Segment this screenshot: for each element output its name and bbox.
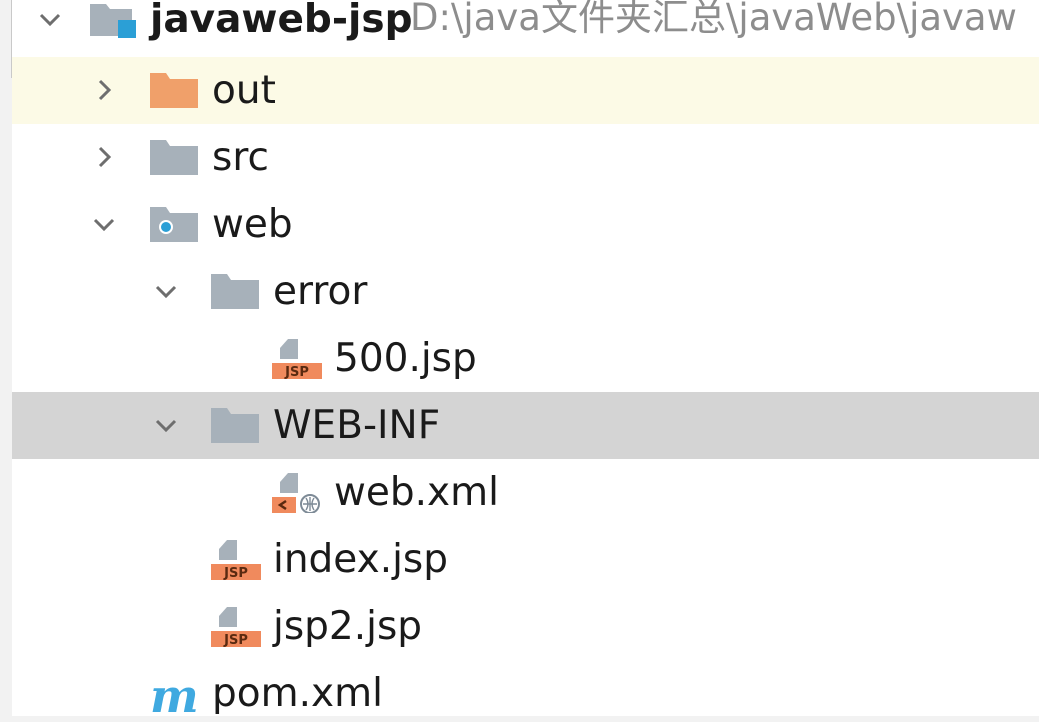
folder-icon: [211, 272, 261, 312]
folder-icon: [150, 138, 200, 178]
tree-item-label: jsp2.jsp: [273, 604, 423, 649]
folder-icon: [211, 406, 261, 446]
web-folder-icon: [150, 205, 200, 245]
tree-row-pom-xml[interactable]: m pom.xml: [12, 660, 1039, 716]
chevron-down-icon[interactable]: [38, 7, 62, 31]
tree-item-label: index.jsp: [273, 537, 449, 582]
chevron-down-icon[interactable]: [154, 413, 178, 437]
tree-row-index-jsp[interactable]: JSP index.jsp: [12, 526, 1039, 593]
svg-text:m: m: [150, 674, 199, 714]
tool-window-left-edge: [0, 0, 12, 716]
tree-item-label: pom.xml: [212, 671, 383, 716]
jsp-file-icon: JSP: [272, 339, 322, 379]
tree-item-label: error: [273, 269, 368, 314]
tree-item-label: out: [212, 68, 276, 113]
tree-item-label: src: [212, 135, 269, 180]
module-folder-icon: [90, 0, 140, 40]
tool-window-bottom-edge: [0, 716, 1039, 722]
tree-row-error[interactable]: error: [12, 258, 1039, 325]
root-project-name: javaweb-jsp: [150, 0, 413, 42]
jsp-file-icon: JSP: [211, 607, 261, 647]
root-project-path: D:\java文件夹汇总\javaWeb\javaw: [410, 0, 1017, 39]
tree-row-out[interactable]: out: [12, 57, 1039, 124]
tree-row-web-inf[interactable]: WEB-INF: [12, 392, 1039, 459]
tree-item-label: web: [212, 202, 293, 247]
tree-row-jsp2-jsp[interactable]: JSP jsp2.jsp: [12, 593, 1039, 660]
tree-row-500-jsp[interactable]: JSP 500.jsp: [12, 325, 1039, 392]
tree-item-label: 500.jsp: [334, 336, 477, 381]
jsp-file-icon: JSP: [211, 540, 261, 580]
chevron-down-icon[interactable]: [92, 212, 116, 236]
excluded-folder-icon: [150, 71, 200, 111]
tree-row-src[interactable]: src: [12, 124, 1039, 191]
tree-row-root[interactable]: javaweb-jsp D:\java文件夹汇总\javaWeb\javaw: [12, 0, 1039, 53]
maven-icon: m: [150, 674, 200, 714]
chevron-right-icon[interactable]: [92, 145, 116, 169]
chevron-down-icon[interactable]: [154, 279, 178, 303]
tree-row-web[interactable]: web: [12, 191, 1039, 258]
jsp-badge-label: JSP: [284, 365, 309, 379]
tree-item-label: web.xml: [334, 470, 499, 515]
tree-row-web-xml[interactable]: web.xml: [12, 459, 1039, 526]
xml-config-file-icon: [272, 473, 322, 513]
chevron-right-icon[interactable]: [92, 78, 116, 102]
project-tree: javaweb-jsp D:\java文件夹汇总\javaWeb\javaw o…: [12, 0, 1039, 716]
tree-item-label: WEB-INF: [273, 403, 441, 448]
jsp-badge-label: JSP: [223, 633, 248, 647]
jsp-badge-label: JSP: [223, 566, 248, 580]
